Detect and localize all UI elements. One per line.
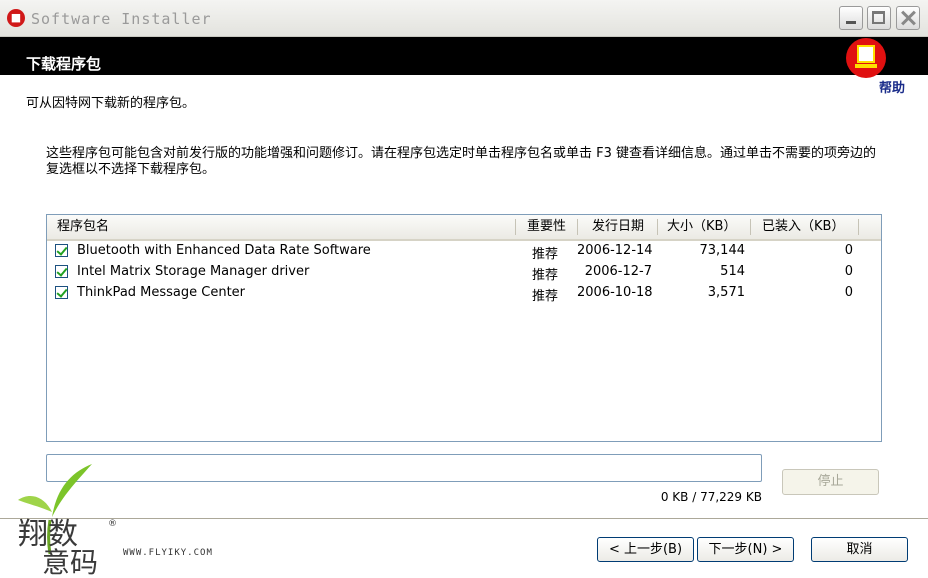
title-bar[interactable]: ■ Software Installer [0,0,928,37]
download-badge-icon [846,38,886,78]
package-importance: 推荐 [532,268,559,283]
header-band: 下载程序包 [0,37,928,75]
package-size: 73,144 [699,243,746,258]
package-name[interactable]: Bluetooth with Enhanced Data Rate Softwa… [77,243,371,258]
column-header-importance[interactable]: 重要性 [527,215,566,239]
package-date: 2006-10-18 [577,285,653,300]
help-link[interactable]: 帮助 [879,77,905,96]
instructions-text: 这些程序包可能包含对前发行版的功能增强和问题修订。请在程序包选定时单击程序包名或… [46,146,877,177]
watermark-registered-mark: ® [108,519,117,529]
page-title: 下载程序包 [26,55,102,73]
package-checkbox[interactable] [55,244,68,257]
package-size: 3,571 [707,285,745,300]
column-separator[interactable] [858,219,859,235]
next-button[interactable]: 下一步(N) > [697,537,794,562]
package-checkbox[interactable] [55,265,68,278]
watermark-brand-part2: 意码 [42,546,98,577]
watermark-site: WWW.FLYIKY.COM [123,548,213,558]
package-name[interactable]: Intel Matrix Storage Manager driver [77,264,309,279]
cancel-button[interactable]: 取消 [811,537,908,562]
page-subtitle: 可从因特网下载新的程序包。 [26,96,196,111]
table-row[interactable]: ThinkPad Message Center 推荐 2006-10-18 3,… [47,283,881,304]
maximize-button[interactable] [867,6,891,30]
table-row[interactable]: Bluetooth with Enhanced Data Rate Softwa… [47,241,881,262]
package-loaded: 0 [844,285,853,300]
package-date: 2006-12-14 [577,243,653,258]
column-separator[interactable] [750,219,751,235]
package-checkbox[interactable] [55,286,68,299]
installer-icon: ■ [7,9,25,27]
column-header-size[interactable]: 大小（KB） [667,215,736,239]
package-loaded: 0 [844,264,853,279]
package-importance: 推荐 [532,247,559,262]
column-header-name[interactable]: 程序包名 [57,215,109,239]
stop-button[interactable]: 停止 [782,469,879,495]
package-loaded: 0 [844,243,853,258]
column-separator[interactable] [577,219,578,235]
close-button[interactable] [896,6,920,30]
column-header-date[interactable]: 发行日期 [592,215,644,239]
column-header-loaded[interactable]: 已装入（KB） [762,215,844,239]
package-name[interactable]: ThinkPad Message Center [77,285,245,300]
package-date: 2006-12-7 [584,264,652,279]
package-importance: 推荐 [532,289,559,304]
column-separator[interactable] [515,219,516,235]
table-row[interactable]: Intel Matrix Storage Manager driver 推荐 2… [47,262,881,283]
package-size: 514 [720,264,745,279]
package-list[interactable]: 程序包名 重要性 发行日期 大小（KB） 已装入（KB） Bluetooth w… [46,214,882,442]
watermark-logo: 翔数 意码 ® [18,464,117,577]
back-button[interactable]: < 上一步(B) [597,537,694,562]
minimize-button[interactable] [839,6,863,30]
download-size-text: 0 KB / 77,229 KB [660,490,762,504]
list-header: 程序包名 重要性 发行日期 大小（KB） 已装入（KB） [47,215,881,241]
column-separator[interactable] [657,219,658,235]
window-title: Software Installer [31,10,212,28]
